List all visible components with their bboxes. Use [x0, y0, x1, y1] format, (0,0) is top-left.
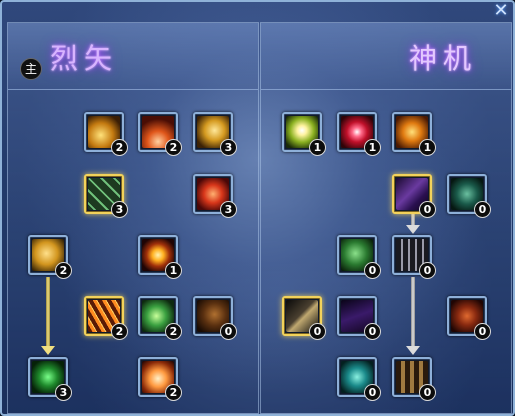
skill-level-badge: 2: [111, 323, 128, 340]
skill-slot[interactable]: 0: [392, 174, 436, 218]
skill-level-badge: 1: [165, 262, 182, 279]
skill-level-badge: 1: [309, 139, 326, 156]
skill-level-badge: 2: [55, 262, 72, 279]
skill-level-badge: 2: [111, 139, 128, 156]
skill-slot[interactable]: 0: [392, 357, 436, 401]
skill-slot[interactable]: 0: [337, 357, 381, 401]
skill-level-badge: 0: [364, 262, 381, 279]
skill-slot[interactable]: 0: [337, 296, 381, 340]
skill-level-badge: 2: [165, 323, 182, 340]
skill-slot[interactable]: 0: [447, 296, 491, 340]
right-tree-panel: 神机: [260, 22, 512, 414]
skill-slot[interactable]: 0: [337, 235, 381, 279]
skill-slot[interactable]: 3: [84, 174, 128, 218]
prereq-arrow-head: [406, 225, 420, 234]
prereq-arrow-line: [411, 277, 415, 347]
skill-slot[interactable]: 2: [138, 296, 182, 340]
skill-slot[interactable]: 1: [392, 112, 436, 156]
main-tree-badge: 主: [20, 58, 42, 80]
skill-level-badge: 3: [220, 201, 237, 218]
skill-slot[interactable]: 2: [138, 357, 182, 401]
skill-slot[interactable]: 3: [193, 174, 237, 218]
skill-slot[interactable]: 2: [28, 235, 72, 279]
skill-slot[interactable]: 0: [392, 235, 436, 279]
skill-level-badge: 0: [364, 384, 381, 401]
skill-level-badge: 2: [165, 384, 182, 401]
skill-slot[interactable]: 0: [447, 174, 491, 218]
left-tree-header: [8, 23, 258, 90]
skill-level-badge: 0: [364, 323, 381, 340]
prereq-arrow-head: [41, 346, 55, 355]
skill-slot[interactable]: 0: [282, 296, 326, 340]
skill-level-badge: 1: [364, 139, 381, 156]
skill-level-badge: 0: [419, 384, 436, 401]
skill-level-badge: 0: [419, 201, 436, 218]
skill-slot[interactable]: 0: [193, 296, 237, 340]
right-tree-title: 神机: [409, 42, 478, 75]
skill-level-badge: 0: [419, 262, 436, 279]
close-icon[interactable]: ✕: [493, 2, 509, 20]
skill-slot[interactable]: 3: [193, 112, 237, 156]
skill-tree-window: ✕ 主 烈矢 神机 2 2 3 3 3 2 1 2 2 0 3 2 1 1 1 …: [0, 0, 515, 416]
skill-slot[interactable]: 2: [84, 112, 128, 156]
skill-slot[interactable]: 1: [282, 112, 326, 156]
skill-level-badge: 2: [165, 139, 182, 156]
left-tree-panel: 主 烈矢: [7, 22, 259, 414]
skill-level-badge: 3: [55, 384, 72, 401]
skill-level-badge: 0: [474, 323, 491, 340]
left-tree-title: 烈矢: [50, 42, 119, 75]
skill-slot[interactable]: 3: [28, 357, 72, 401]
skill-level-badge: 1: [419, 139, 436, 156]
skill-slot[interactable]: 1: [138, 235, 182, 279]
skill-level-badge: 0: [474, 201, 491, 218]
skill-slot[interactable]: 2: [84, 296, 128, 340]
skill-slot[interactable]: 2: [138, 112, 182, 156]
prereq-arrow-head: [406, 346, 420, 355]
skill-slot[interactable]: 1: [337, 112, 381, 156]
skill-level-badge: 3: [111, 201, 128, 218]
prereq-arrow-line: [46, 277, 50, 347]
skill-level-badge: 0: [220, 323, 237, 340]
skill-level-badge: 0: [309, 323, 326, 340]
skill-level-badge: 3: [220, 139, 237, 156]
